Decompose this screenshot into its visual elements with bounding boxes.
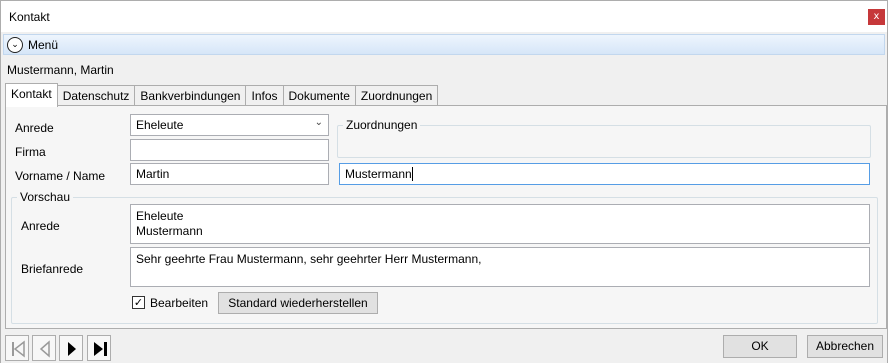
contact-display-name: Mustermann, Martin xyxy=(7,63,114,77)
firma-input[interactable] xyxy=(130,139,329,161)
footer-bar: OK Abbrechen xyxy=(1,330,887,363)
skip-last-icon xyxy=(94,342,107,356)
checkmark-icon: ✓ xyxy=(133,296,144,309)
text-caret xyxy=(411,167,413,181)
firma-label: Firma xyxy=(15,145,46,159)
chevron-down-icon: ⌄ xyxy=(314,117,323,128)
first-record-button[interactable] xyxy=(5,335,29,361)
tab-zuordnungen[interactable]: Zuordnungen xyxy=(354,85,439,107)
zuordnungen-group: Zuordnungen xyxy=(337,118,871,158)
tab-bar: Kontakt Datenschutz Bankverbindungen Inf… xyxy=(5,83,439,107)
name-label: Vorname / Name xyxy=(15,169,106,183)
kontakt-tab-panel: Anrede Eheleute ⌄ Firma Vorname / Name M… xyxy=(5,105,887,329)
previous-icon xyxy=(39,340,50,358)
ok-button[interactable]: OK xyxy=(723,335,797,358)
last-record-button[interactable] xyxy=(87,335,111,361)
menu-label[interactable]: Menü xyxy=(28,38,58,52)
vorschau-group-title: Vorschau xyxy=(17,190,74,204)
nachname-value: Mustermann xyxy=(345,167,412,181)
close-button[interactable]: x xyxy=(868,9,885,25)
tab-infos[interactable]: Infos xyxy=(245,85,284,107)
bearbeiten-checkbox[interactable]: ✓ xyxy=(132,296,145,309)
next-icon xyxy=(68,342,76,356)
skip-first-icon xyxy=(12,340,25,358)
contact-window: Kontakt x ⌄ Menü Mustermann, Martin Kont… xyxy=(0,0,888,363)
tab-dokumente[interactable]: Dokumente xyxy=(282,85,356,107)
vorname-input[interactable]: Martin xyxy=(130,163,329,185)
restore-default-button[interactable]: Standard wiederherstellen xyxy=(218,292,378,314)
preview-anrede-label: Anrede xyxy=(21,219,60,233)
cancel-button[interactable]: Abbrechen xyxy=(807,335,883,358)
anrede-selected-value: Eheleute xyxy=(136,118,184,132)
tab-kontakt[interactable]: Kontakt xyxy=(5,83,58,107)
nachname-input[interactable]: Mustermann xyxy=(339,163,870,185)
tab-datenschutz[interactable]: Datenschutz xyxy=(56,85,136,107)
title-bar: Kontakt x xyxy=(1,1,887,32)
next-record-button[interactable] xyxy=(59,335,83,361)
anrede-label: Anrede xyxy=(15,121,54,135)
tab-bankverbindungen[interactable]: Bankverbindungen xyxy=(134,85,247,107)
bearbeiten-label[interactable]: Bearbeiten xyxy=(150,296,208,310)
previous-record-button[interactable] xyxy=(32,335,56,361)
preview-anrede-line-1: Eheleute xyxy=(136,209,184,223)
briefanrede-label: Briefanrede xyxy=(21,262,84,276)
anrede-select[interactable]: Eheleute ⌄ xyxy=(130,114,329,136)
chevron-down-icon[interactable]: ⌄ xyxy=(7,37,23,53)
window-title: Kontakt xyxy=(9,10,50,24)
preview-anrede-line-2: Mustermann xyxy=(136,224,203,238)
zuordnungen-group-title: Zuordnungen xyxy=(343,118,421,132)
briefanrede-textarea[interactable]: Sehr geehrte Frau Mustermann, sehr geehr… xyxy=(130,247,870,287)
preview-anrede-textarea[interactable]: Eheleute Mustermann xyxy=(130,204,870,244)
menu-bar[interactable]: ⌄ Menü xyxy=(3,34,885,55)
